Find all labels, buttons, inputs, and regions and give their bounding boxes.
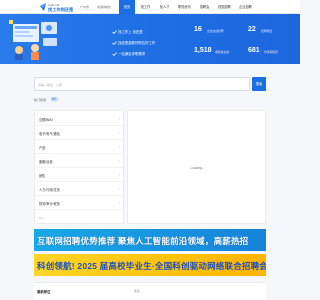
category-item[interactable]: 互联网/AI ›: [35, 113, 125, 126]
category-label: 电子/电气/通信: [39, 132, 60, 136]
hero-banner: 找工作上 找还是 找还是高薪好职位好工作 一站满足求职需求 16 企业在线招聘 …: [0, 14, 300, 64]
category-item[interactable]: 销售 ›: [35, 169, 125, 182]
feature-line-1: 找工作上 找还是: [112, 29, 143, 35]
chevron-right-icon: ›: [118, 187, 120, 191]
stat-seekers-value: 1,518: [194, 47, 212, 54]
feature-text-2: 找还是高薪好职位好工作: [118, 41, 156, 45]
search-button[interactable]: 搜索: [252, 77, 266, 91]
chevron-right-icon: ›: [118, 173, 120, 177]
category-pager: 1/4 ⌄: [39, 217, 46, 220]
nav-home[interactable]: 首页: [119, 0, 135, 14]
current-city: 广州市: [80, 5, 90, 9]
loading-text: Loading...: [190, 166, 205, 170]
logo-icon: [40, 3, 46, 11]
chevron-right-icon: ›: [118, 201, 120, 205]
stat-jobs-label: 招聘职位: [261, 29, 273, 33]
category-item[interactable]: 客服/运营 ›: [35, 155, 125, 168]
site-logo[interactable]: zyttp.net 找工作到还是: [40, 2, 74, 13]
stat-resumes-value: 681: [248, 47, 260, 54]
job-list-panel: Loading...: [127, 110, 266, 224]
chevron-right-icon: ›: [118, 159, 120, 163]
category-label: 财务/审计/税务: [39, 202, 60, 206]
stat-jobs-value: 22: [248, 26, 256, 33]
hot-search-tag[interactable]: 销售: [50, 97, 59, 102]
job-category-panel: 互联网/AI › 电子/电气/通信 › 产品 › 客服/运营 › 销售 › 人力…: [34, 110, 125, 224]
nav-job-fair[interactable]: 招聘会: [196, 0, 213, 14]
category-label: 销售: [39, 174, 46, 178]
feature-text-1: 找工作上 找还是: [118, 30, 143, 34]
chevron-down-icon[interactable]: ⌄: [43, 217, 45, 220]
nav-career-news[interactable]: 职场资讯: [175, 0, 194, 14]
nav-find-talent[interactable]: 找人才: [156, 0, 173, 14]
logo-brand-text: 找工作到还是: [48, 7, 74, 12]
promo-banner-2[interactable]: 科创领航! 2025 届高校毕业生·全国科创驱动网络联合招聘会启动: [34, 254, 266, 276]
hot-search-label: 热门搜索：: [34, 98, 50, 102]
check-icon: [112, 30, 117, 35]
search-box: [34, 77, 250, 91]
category-label: 人力/行政/法务: [39, 188, 60, 192]
promo-banner-1-text: 互联网招聘优势推荐 聚焦人工智能前沿领域，高薪热招: [37, 236, 249, 246]
more-link[interactable]: 更多: [134, 289, 140, 293]
stat-companies-label: 企业在线招聘: [207, 29, 224, 33]
chevron-right-icon: ›: [118, 117, 120, 121]
nav-find-job[interactable]: 找工作: [137, 0, 154, 14]
promo-banner-1[interactable]: 互联网招聘优势推荐 聚焦人工智能前沿领域，高薪热招: [34, 229, 266, 251]
category-label: 产品: [39, 146, 46, 150]
category-item[interactable]: 人力/行政/法务 ›: [35, 183, 125, 196]
feature-text-3: 一站满足求职需求: [118, 52, 146, 56]
stat-seekers-label: 求职者在线: [215, 50, 229, 54]
latest-jobs-section: 最新职位 更多: [34, 282, 266, 300]
category-label: 互联网/AI: [39, 118, 53, 122]
nav-campus-recruit[interactable]: 校园招聘: [215, 0, 234, 14]
feature-line-3: 一站满足求职需求: [112, 51, 146, 57]
section-title: 最新职位: [37, 290, 51, 294]
stat-companies-value: 16: [194, 26, 202, 33]
stat-resumes-label: 份求职简历: [264, 50, 278, 54]
promo-banner-2-text: 科创领航! 2025 届高校毕业生·全国科创驱动网络联合招聘会启动: [37, 261, 266, 271]
top-header: zyttp.net 找工作到还是 广州市 [切换城市] 首页 找工作 找人才 职…: [0, 0, 300, 14]
feature-line-2: 找还是高薪好职位好工作: [112, 40, 156, 46]
category-label: 客服/运营: [39, 160, 53, 164]
search-input[interactable]: [38, 80, 218, 89]
banner-illustration-icon: [9, 20, 57, 60]
chevron-right-icon: ›: [118, 145, 120, 149]
nav-company-recruit[interactable]: 企业招聘: [236, 0, 255, 14]
switch-city-link[interactable]: [切换城市]: [97, 5, 111, 9]
check-icon: [112, 52, 117, 57]
check-icon: [112, 41, 117, 46]
chevron-right-icon: ›: [118, 131, 120, 135]
category-item[interactable]: 产品 ›: [35, 141, 125, 154]
category-item[interactable]: 电子/电气/通信 ›: [35, 127, 125, 140]
category-item[interactable]: 财务/审计/税务 ›: [35, 197, 125, 210]
